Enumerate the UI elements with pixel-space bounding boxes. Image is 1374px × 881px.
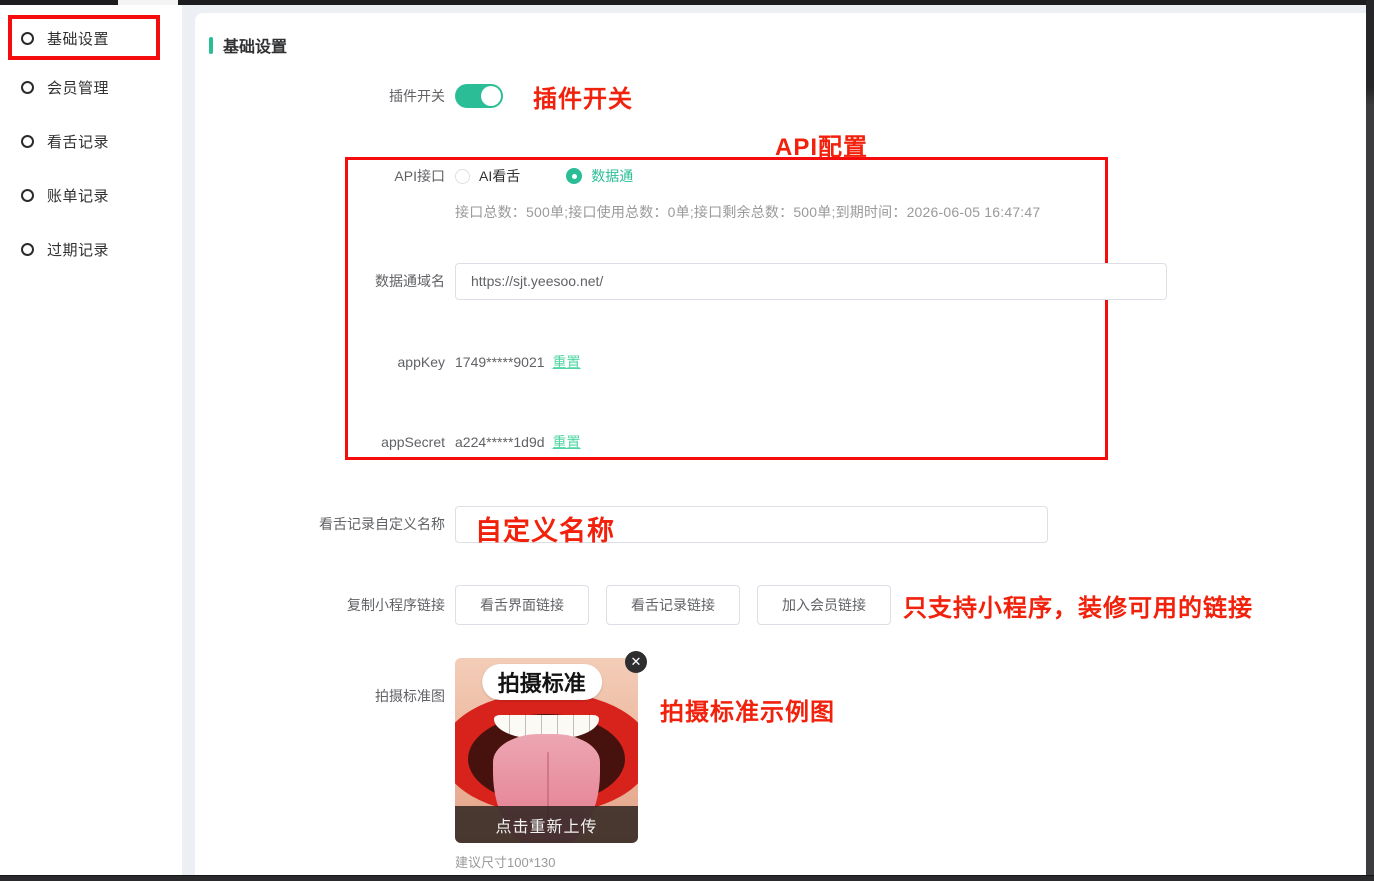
reupload-overlay[interactable]: 点击重新上传 (455, 806, 638, 843)
mini-links-annotation: 只支持小程序，装修可用的链接 (903, 588, 1253, 623)
appkey-reset-link[interactable]: 重置 (553, 352, 581, 372)
sidebar-item-tongue-records[interactable]: 看舌记录 (0, 128, 182, 154)
sidebar-item-label: 会员管理 (47, 77, 109, 98)
sidebar-item-member-management[interactable]: 会员管理 (0, 74, 182, 100)
sidebar-item-bill-records[interactable]: 账单记录 (0, 182, 182, 208)
custom-name-row: 看舌记录自定义名称 自定义名称 (195, 504, 1048, 544)
tongue-record-link-button[interactable]: 看舌记录链接 (606, 585, 740, 625)
appkey-row: appKey 1749*****9021 重置 (195, 350, 581, 374)
sidebar: 基础设置 会员管理 看舌记录 账单记录 过期记录 (0, 5, 182, 875)
radio-circle-icon (21, 81, 34, 94)
photo-badge: 拍摄标准 (482, 664, 602, 700)
api-quota-text: 接口总数：500单;接口使用总数：0单;接口剩余总数：500单;到期时间：202… (455, 202, 1040, 222)
radio-off-icon (455, 169, 470, 184)
radio-circle-icon (21, 243, 34, 256)
photo-standard-image[interactable]: 拍摄标准 点击重新上传 (455, 658, 638, 843)
api-config-annotation: API配置 (775, 127, 868, 162)
tongue-ui-link-button[interactable]: 看舌界面链接 (455, 585, 589, 625)
api-interface-row: API接口 AI看舌 数据通 (195, 164, 633, 188)
appsecret-label: appSecret (195, 434, 455, 450)
api-quota-row: 接口总数：500单;接口使用总数：0单;接口剩余总数：500单;到期时间：202… (195, 201, 1040, 223)
sidebar-item-label: 基础设置 (47, 28, 109, 49)
plugin-switch-row: 插件开关 插件开关 (195, 84, 633, 108)
section-header: 基础设置 (209, 33, 287, 57)
photo-size-hint: 建议尺寸100*130 (455, 852, 638, 871)
photo-standard-row: 拍摄标准图 拍摄标准 点击重新上传 ✕ 建议尺寸100*130 (195, 658, 638, 871)
custom-name-label: 看舌记录自定义名称 (195, 514, 455, 534)
top-window-edge (0, 0, 1374, 5)
domain-label: 数据通域名 (195, 271, 455, 291)
section-accent-bar (209, 37, 213, 54)
photo-standard-label: 拍摄标准图 (195, 658, 455, 706)
custom-name-input-wrap: 自定义名称 (455, 506, 1048, 543)
plugin-switch-annotation: 插件开关 (533, 79, 633, 114)
domain-row: 数据通域名 (195, 262, 1167, 300)
photo-standard-block: 拍摄标准 点击重新上传 ✕ 建议尺寸100*130 (455, 658, 638, 871)
sidebar-item-basic-settings[interactable]: 基础设置 (0, 25, 182, 51)
radio-on-icon (566, 168, 582, 184)
photo-standard-wrap: 拍摄标准 点击重新上传 ✕ (455, 658, 638, 843)
radio-ai-kanshe[interactable]: AI看舌 (455, 166, 520, 186)
domain-input[interactable] (455, 263, 1167, 300)
screen: 基础设置 会员管理 看舌记录 账单记录 过期记录 基础设置 插件开关 (0, 0, 1374, 881)
photo-standard-annotation: 拍摄标准示例图 (660, 692, 835, 727)
radio-circle-icon (21, 32, 34, 45)
right-window-edge (1366, 0, 1374, 881)
radio-circle-icon (21, 135, 34, 148)
radio-label: 数据通 (591, 166, 633, 186)
appkey-label: appKey (195, 354, 455, 370)
api-radio-group: AI看舌 数据通 (455, 166, 633, 186)
join-member-link-button[interactable]: 加入会员链接 (757, 585, 891, 625)
radio-shujutong[interactable]: 数据通 (566, 166, 633, 186)
section-title: 基础设置 (223, 33, 287, 57)
plugin-switch-toggle[interactable] (455, 84, 503, 108)
api-interface-label: API接口 (195, 166, 455, 186)
custom-name-input[interactable] (455, 506, 1048, 543)
appsecret-reset-link[interactable]: 重置 (553, 432, 581, 452)
mini-links-row: 复制小程序链接 看舌界面链接 看舌记录链接 加入会员链接 只支持小程序，装修可用… (195, 585, 1253, 625)
appsecret-row: appSecret a224*****1d9d 重置 (195, 430, 581, 454)
appsecret-value: a224*****1d9d (455, 434, 545, 450)
sidebar-item-label: 看舌记录 (47, 131, 109, 152)
close-icon[interactable]: ✕ (625, 651, 647, 673)
mini-links-label: 复制小程序链接 (195, 595, 455, 615)
sidebar-item-label: 账单记录 (47, 185, 109, 206)
appkey-value: 1749*****9021 (455, 354, 545, 370)
radio-label: AI看舌 (479, 166, 520, 186)
sidebar-item-expired-records[interactable]: 过期记录 (0, 236, 182, 262)
bottom-window-edge (0, 875, 1374, 881)
toggle-knob (481, 86, 501, 106)
settings-panel: 基础设置 插件开关 插件开关 API配置 API接口 AI看舌 数据通 (195, 13, 1366, 881)
radio-circle-icon (21, 189, 34, 202)
plugin-switch-label: 插件开关 (195, 86, 455, 106)
sidebar-item-label: 过期记录 (47, 239, 109, 260)
